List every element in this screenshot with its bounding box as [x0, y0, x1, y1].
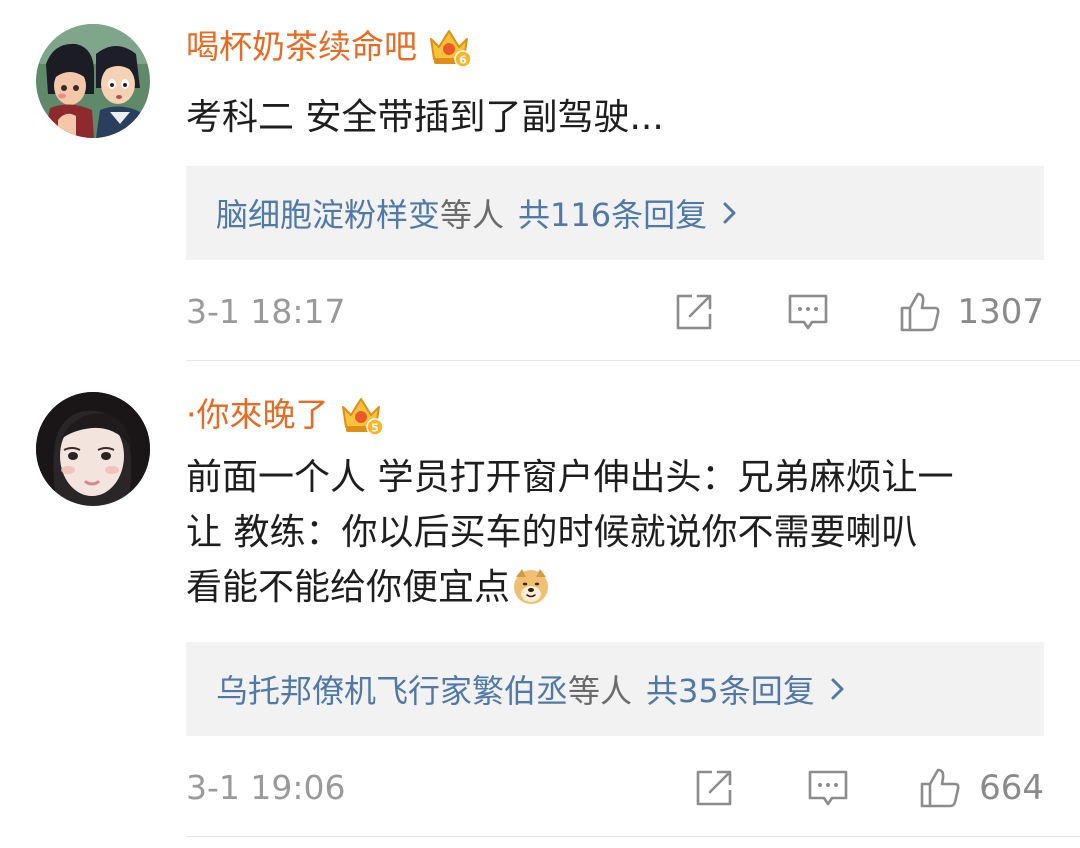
timestamp: 3-1 18:17: [186, 292, 346, 331]
comment-text-line: 考科二 安全带插到了副驾驶...: [186, 97, 664, 138]
reply-users-suffix: 等人: [568, 672, 633, 710]
username-row: 喝杯奶茶续命吧 6: [186, 22, 471, 72]
comment-icon[interactable]: [786, 290, 830, 334]
comment-actions: 3-1 18:17 1307: [186, 284, 1044, 340]
chevron-right-icon: [831, 678, 844, 700]
doge-emoji-icon: [514, 569, 549, 604]
comment-text-line: 看能不能给你便宜点: [186, 560, 1046, 615]
like-icon[interactable]: [918, 766, 962, 810]
reply-users: 乌托邦僚机飞行家繁伯丞: [216, 672, 569, 710]
avatar-anime-icon: [36, 24, 150, 138]
comment-text: 前面一个人 学员打开窗户伸出头：兄弟麻烦让一 让 教练：你以后买车的时候就说你不…: [186, 450, 1046, 615]
user-avatar[interactable]: [36, 392, 150, 506]
crown-badge-icon[interactable]: 6: [427, 25, 471, 69]
svg-text:5: 5: [371, 422, 379, 435]
comment-text-line: 前面一个人 学员打开窗户伸出头：兄弟麻烦让一: [186, 457, 954, 498]
reply-users-suffix: 等人: [440, 196, 505, 234]
reply-count: 共35条回复: [646, 672, 815, 710]
replies-link[interactable]: 脑细胞淀粉样变 等人 共116条回复: [186, 166, 1044, 260]
comment-text-segment: 看能不能给你便宜点: [186, 567, 511, 608]
crown-badge-icon[interactable]: 5: [339, 393, 383, 437]
comment-actions: 3-1 19:06 664: [186, 760, 1044, 816]
avatar-girl-icon: [36, 392, 150, 506]
username[interactable]: 喝杯奶茶续命吧: [186, 22, 417, 72]
comment-text-line: 让 教练：你以后买车的时候就说你不需要喇叭: [186, 512, 918, 553]
share-icon[interactable]: [672, 290, 716, 334]
replies-link[interactable]: 乌托邦僚机飞行家繁伯丞 等人 共35条回复: [186, 642, 1044, 736]
divider: [186, 360, 1080, 361]
comment-icon[interactable]: [806, 766, 850, 810]
divider: [186, 836, 1080, 837]
comment-item: 喝杯奶茶续命吧 6 考科二 安全带插到了副驾驶... 脑细胞淀粉样变 等人 共116…: [0, 0, 1080, 362]
like-icon[interactable]: [898, 290, 942, 334]
like-count: 1307: [957, 292, 1044, 332]
reply-count: 共116条回复: [518, 196, 708, 234]
like-count: 664: [979, 768, 1044, 808]
reply-users: 脑细胞淀粉样变: [216, 196, 441, 234]
username-row: ·你來晚了 5: [186, 390, 383, 440]
svg-text:6: 6: [459, 54, 467, 67]
share-icon[interactable]: [692, 766, 736, 810]
username[interactable]: ·你來晚了: [186, 390, 329, 440]
comment-item: ·你來晚了 5 前面一个人 学员打开窗户伸出头：兄弟麻烦让一 让 教练：你以后买…: [0, 362, 1080, 848]
comment-text: 考科二 安全带插到了副驾驶...: [186, 90, 1046, 145]
user-avatar[interactable]: [36, 24, 150, 138]
timestamp: 3-1 19:06: [186, 768, 346, 807]
chevron-right-icon: [723, 202, 736, 224]
